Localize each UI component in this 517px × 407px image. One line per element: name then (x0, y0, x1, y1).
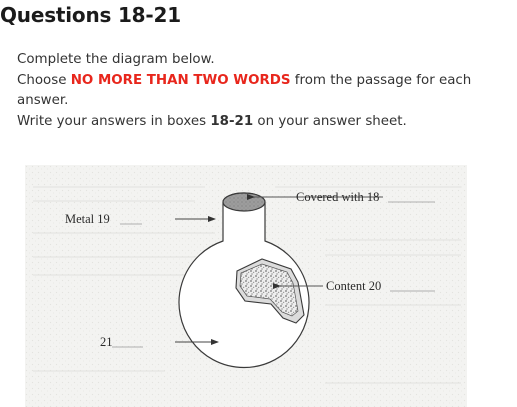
diagram-figure: Metal 19 Covered with 18 Content 20 21 (25, 165, 467, 407)
content-label: Content 20 (326, 279, 381, 293)
container-cap (222, 192, 266, 212)
metal-label: Metal 19 (65, 212, 110, 226)
item21-label: 21 (100, 335, 113, 349)
write-prefix: Write your answers in boxes (17, 113, 211, 129)
word-limit-emphasis: NO MORE THAN TWO WORDS (70, 72, 291, 88)
covered-label: Covered with 18 (296, 190, 379, 204)
instruction-write: Write your answers in boxes 18-21 on you… (17, 112, 512, 133)
instruction-complete: Complete the diagram below. (17, 52, 215, 67)
section-title: Questions 18-21 (0, 3, 181, 27)
write-suffix: on your answer sheet. (253, 113, 407, 129)
instructions: Complete the diagram below. Choose NO MO… (17, 50, 512, 132)
diagram-svg: Metal 19 Covered with 18 Content 20 21 (25, 165, 467, 407)
instruction-choose: Choose NO MORE THAN TWO WORDS from the p… (17, 71, 512, 112)
choose-prefix: Choose (17, 72, 71, 88)
answer-box-range: 18-21 (210, 113, 254, 129)
